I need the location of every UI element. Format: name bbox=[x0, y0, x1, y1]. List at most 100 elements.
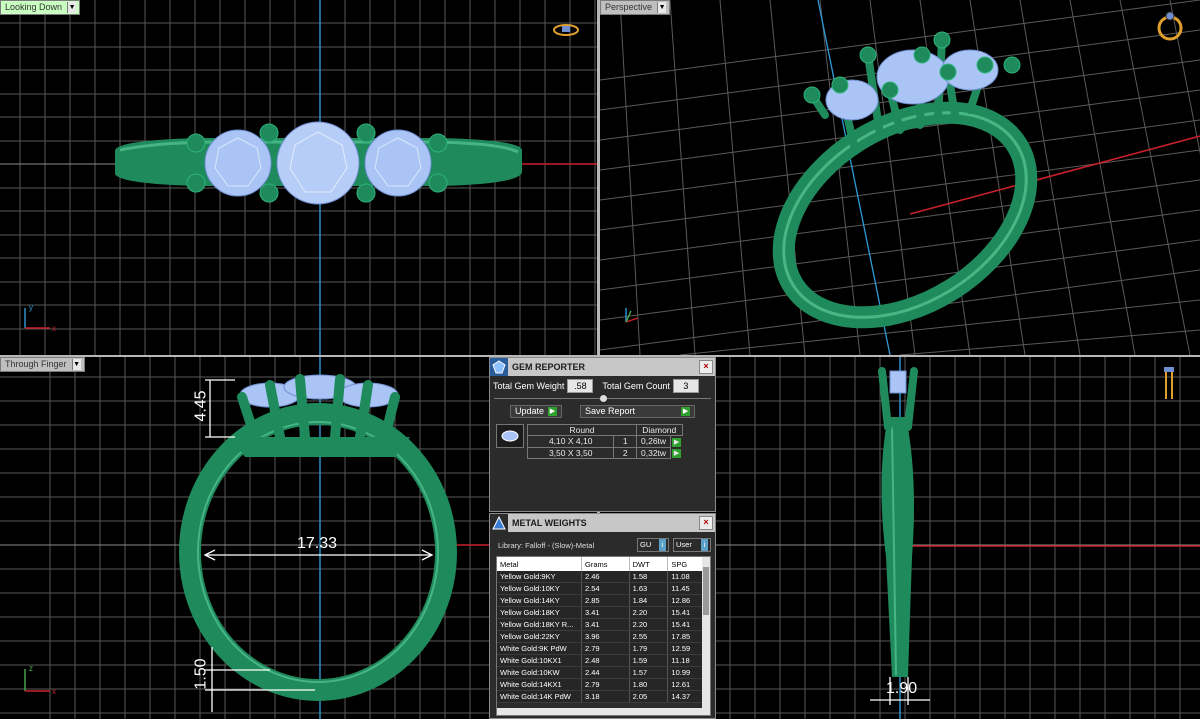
table-row[interactable]: Yellow Gold:9KY 2.46 1.58 11.08 bbox=[497, 571, 710, 583]
perspective-ring-icon bbox=[1157, 11, 1183, 41]
dwt-value: 2.55 bbox=[629, 630, 669, 643]
gu-label: GU bbox=[640, 540, 652, 549]
dwt-value: 1.63 bbox=[629, 582, 669, 595]
table-row[interactable]: White Gold:14KX1 2.79 1.80 12.61 bbox=[497, 678, 710, 691]
library-label: Library: Falloff - (Slow)-Metal bbox=[498, 540, 595, 550]
gem-reporter-titlebar[interactable]: GEM REPORTER × bbox=[490, 358, 715, 376]
dwt-value: 1.58 bbox=[629, 571, 669, 583]
play-arrow-icon: ▶ bbox=[548, 407, 557, 416]
metal-name: Yellow Gold:9KY bbox=[497, 571, 582, 583]
metal-name: White Gold:14K PdW bbox=[497, 690, 582, 703]
gem-weight: 0,26tw bbox=[635, 435, 672, 448]
table-row[interactable]: Yellow Gold:18KY 3.41 2.20 15.41 bbox=[497, 606, 710, 619]
viewport-looking-down[interactable]: y x Looking Down ▼ bbox=[0, 0, 597, 355]
total-gem-count-field: 3 bbox=[672, 379, 699, 393]
total-gem-weight-label: Total Gem Weight bbox=[493, 381, 565, 391]
grams-value: 2.79 bbox=[581, 678, 630, 691]
play-arrow-icon[interactable]: ▶ bbox=[672, 438, 682, 447]
horizontal-scrollbar[interactable] bbox=[497, 708, 702, 715]
metal-weights-title: METAL WEIGHTS bbox=[512, 518, 587, 528]
round-diamond-thumbnail bbox=[496, 424, 524, 448]
viewport-label-through-finger[interactable]: Through Finger ▼ bbox=[0, 357, 85, 372]
column-header-metal[interactable]: Metal bbox=[497, 557, 582, 571]
viewport-label-looking-down[interactable]: Looking Down ▼ bbox=[0, 0, 81, 15]
side-ring-icon bbox=[1164, 367, 1174, 399]
metal-name: Yellow Gold:18KY bbox=[497, 606, 582, 619]
gem-reporter-title: GEM REPORTER bbox=[512, 362, 586, 372]
viewport-perspective[interactable]: Perspective ▼ bbox=[600, 0, 1200, 355]
total-gem-count-label: Total Gem Count bbox=[602, 381, 670, 391]
save-report-label: Save Report bbox=[585, 406, 636, 416]
dropdown-arrow-icon[interactable]: ▼ bbox=[67, 2, 77, 13]
metal-weights-icon bbox=[490, 514, 508, 532]
dwt-value: 1.84 bbox=[629, 594, 669, 607]
dimension-inner-diameter: 17.33 bbox=[297, 535, 338, 552]
grams-value: 3.41 bbox=[581, 606, 630, 619]
dwt-value: 2.20 bbox=[629, 606, 669, 619]
dwt-value: 2.20 bbox=[629, 618, 669, 631]
metal-name: White Gold:10KW bbox=[497, 666, 582, 679]
user-label: User bbox=[676, 540, 692, 549]
dwt-value: 2.05 bbox=[629, 690, 669, 703]
metal-name: Yellow Gold:10KY bbox=[497, 582, 582, 595]
axis-x-label: x bbox=[52, 324, 56, 333]
save-report-button[interactable]: Save Report ▶ bbox=[580, 405, 696, 418]
grams-value: 2.79 bbox=[581, 642, 630, 655]
gem-row[interactable]: 4,10 X 4,10 1 0,26tw ▶ bbox=[526, 435, 683, 448]
play-arrow-icon[interactable]: ▶ bbox=[672, 449, 682, 458]
gem-reporter-panel[interactable]: GEM REPORTER × Total Gem Weight .58 Tota… bbox=[489, 357, 716, 512]
table-row[interactable]: Yellow Gold:10KY 2.54 1.63 11.45 bbox=[497, 582, 710, 595]
table-row[interactable]: Yellow Gold:18KY R... 3.41 2.20 15.41 bbox=[497, 618, 710, 631]
gem-reporter-icon bbox=[490, 358, 508, 376]
gem-size: 4,10 X 4,10 bbox=[526, 435, 615, 448]
table-row[interactable]: White Gold:9K PdW 2.79 1.79 12.59 bbox=[497, 642, 710, 655]
close-icon[interactable]: × bbox=[699, 360, 713, 374]
viewport-label-perspective[interactable]: Perspective ▼ bbox=[600, 0, 671, 15]
scrollbar-thumb[interactable] bbox=[703, 567, 709, 615]
metal-weights-panel[interactable]: METAL WEIGHTS × Library: Falloff - (Slow… bbox=[489, 513, 716, 719]
gu-selector[interactable]: GU i bbox=[637, 538, 669, 552]
metal-name: Yellow Gold:22KY bbox=[497, 630, 582, 643]
dimension-top-height: 4.45 bbox=[192, 390, 210, 422]
viewport-name: Through Finger bbox=[5, 359, 67, 369]
dropdown-arrow-icon[interactable]: ▼ bbox=[71, 359, 81, 370]
metal-name: White Gold:14KX1 bbox=[497, 678, 582, 691]
grams-value: 2.48 bbox=[581, 654, 630, 667]
dropdown-arrow-icon[interactable]: ▼ bbox=[657, 2, 667, 13]
axis-z-label: z bbox=[29, 664, 33, 673]
dwt-value: 1.80 bbox=[629, 678, 669, 691]
grams-value: 3.18 bbox=[581, 690, 630, 703]
grams-value: 3.96 bbox=[581, 630, 630, 643]
info-icon: i bbox=[701, 539, 708, 551]
gem-shape-header: Round bbox=[527, 424, 637, 436]
close-icon[interactable]: × bbox=[699, 516, 713, 530]
metal-name: White Gold:10KX1 bbox=[497, 654, 582, 667]
user-selector[interactable]: User i bbox=[673, 538, 711, 552]
vertical-scrollbar[interactable] bbox=[702, 557, 710, 715]
info-icon: i bbox=[659, 539, 666, 551]
gem-size: 3,50 X 3,50 bbox=[526, 446, 615, 459]
ring-view-icon bbox=[553, 24, 579, 36]
table-row[interactable]: Yellow Gold:14KY 2.85 1.84 12.86 bbox=[497, 594, 710, 607]
update-button[interactable]: Update ▶ bbox=[509, 405, 562, 418]
metal-weights-titlebar[interactable]: METAL WEIGHTS × bbox=[490, 514, 715, 532]
table-row[interactable]: Yellow Gold:22KY 3.96 2.55 17.85 bbox=[497, 630, 710, 643]
table-row[interactable]: White Gold:10KX1 2.48 1.59 11.18 bbox=[497, 654, 710, 667]
grams-value: 2.44 bbox=[581, 666, 630, 679]
dwt-value: 1.79 bbox=[629, 642, 669, 655]
metal-weights-table: Metal Grams DWT SPG Yellow Gold:9KY 2.46 1… bbox=[497, 557, 710, 703]
column-header-dwt[interactable]: DWT bbox=[629, 557, 669, 571]
dimension-band-width: 1.90 bbox=[886, 680, 918, 697]
axis-y-label: y bbox=[29, 303, 33, 312]
table-row[interactable]: White Gold:10KW 2.44 1.57 10.99 bbox=[497, 666, 710, 679]
gem-table: Round Diamond 4,10 X 4,10 1 0,26tw ▶ 3,5… bbox=[526, 424, 683, 459]
table-row[interactable]: White Gold:14K PdW 3.18 2.05 14.37 bbox=[497, 690, 710, 703]
slider-handle[interactable] bbox=[600, 395, 607, 402]
metal-name: White Gold:9K PdW bbox=[497, 642, 582, 655]
grams-value: 3.41 bbox=[581, 618, 630, 631]
viewport-name: Perspective bbox=[605, 2, 653, 12]
play-arrow-icon: ▶ bbox=[681, 407, 691, 416]
grams-value: 2.54 bbox=[581, 582, 630, 595]
gem-row[interactable]: 3,50 X 3,50 2 0,32tw ▶ bbox=[526, 446, 683, 459]
column-header-grams[interactable]: Grams bbox=[581, 557, 630, 571]
